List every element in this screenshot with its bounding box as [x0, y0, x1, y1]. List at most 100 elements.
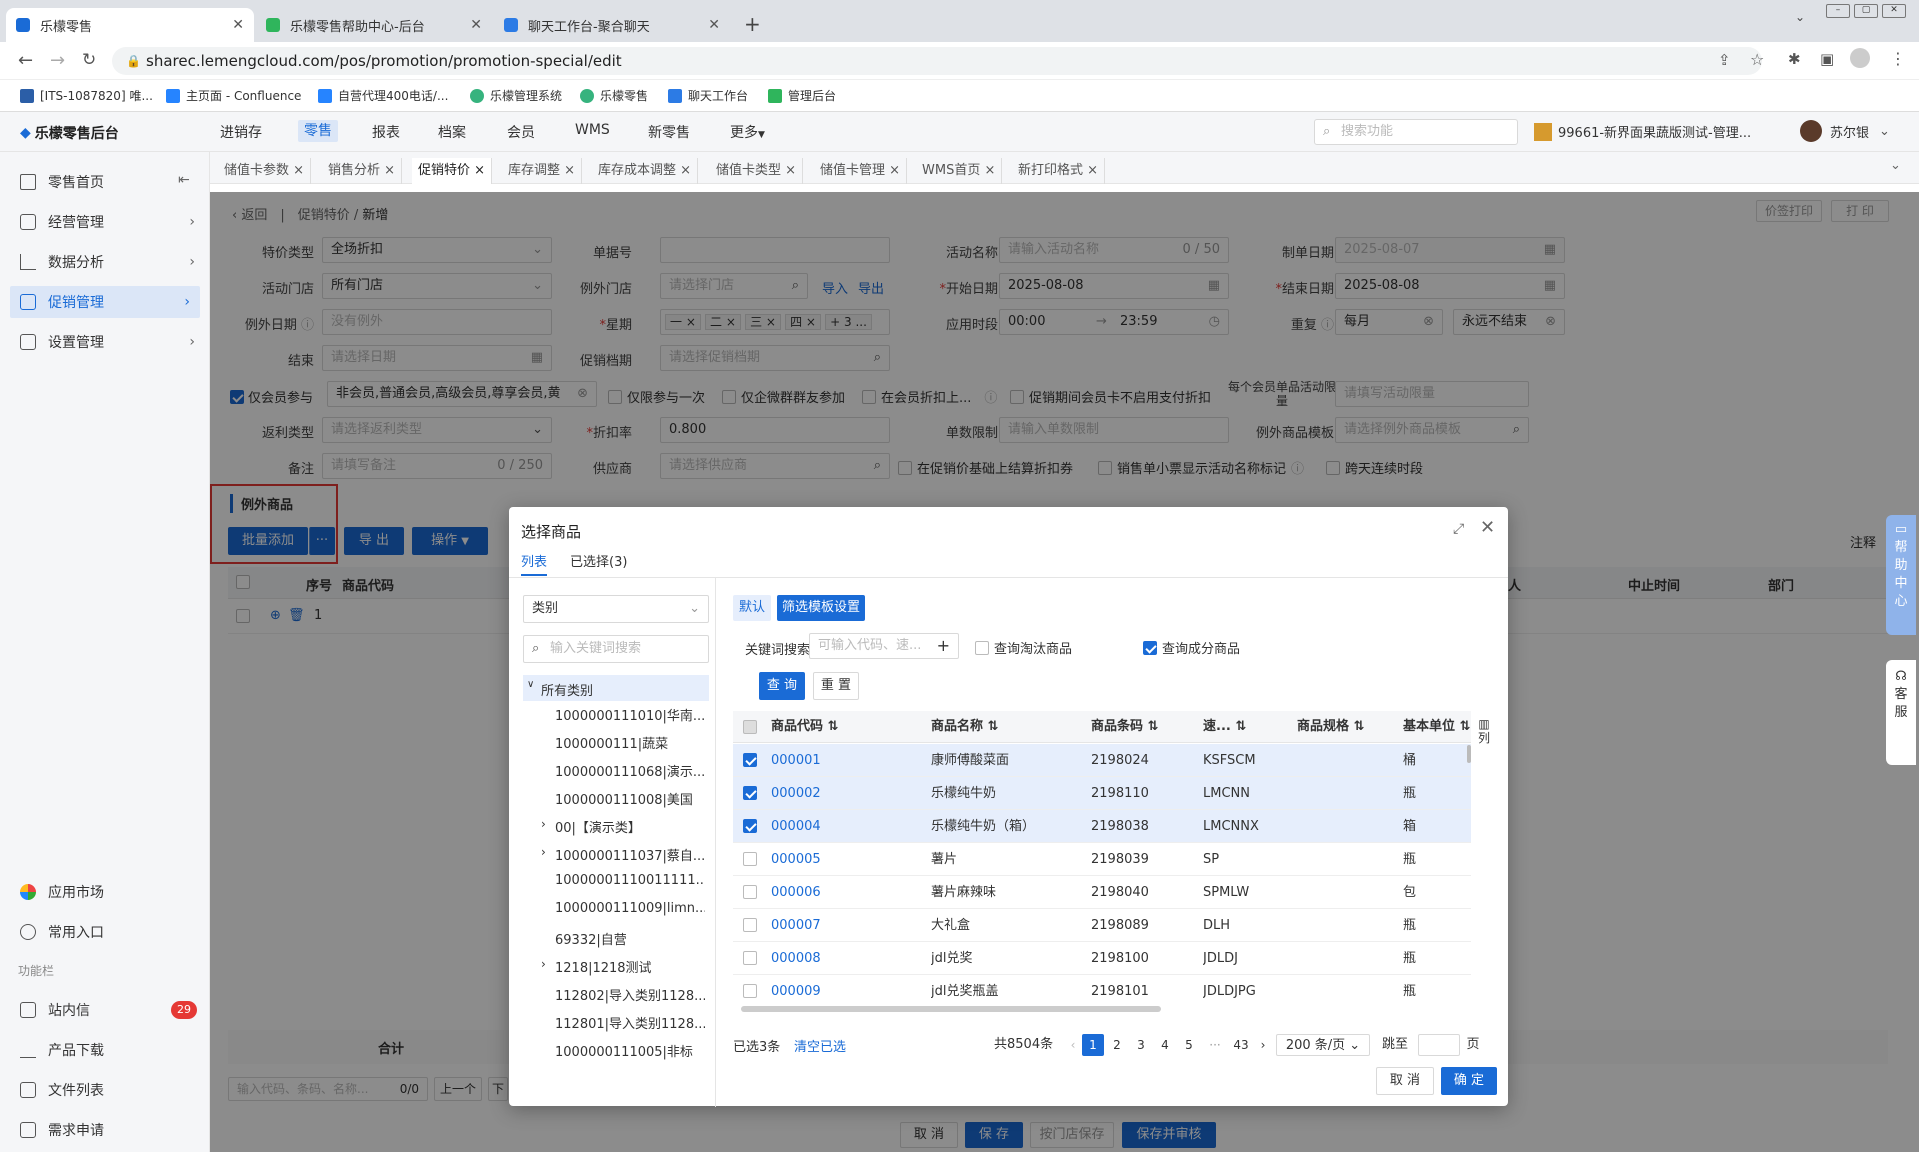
nav-wms[interactable]: WMS: [575, 122, 610, 138]
filter-template-button[interactable]: 筛选模板设置: [777, 595, 865, 621]
query-button[interactable]: 查 询: [759, 672, 805, 700]
table-row[interactable]: 000009 jdl兑奖瓶盖 2198101 JDLDJPG 瓶: [733, 975, 1471, 1001]
page-2[interactable]: 2: [1106, 1034, 1128, 1056]
sidebar-common-entry[interactable]: 常用入口: [20, 922, 195, 942]
col-name[interactable]: 商品名称 ⇅: [931, 711, 998, 743]
category-search-input[interactable]: ⌕ 输入关键词搜索: [523, 635, 709, 663]
cell-code[interactable]: 000006: [771, 876, 821, 909]
page-4[interactable]: 4: [1154, 1034, 1176, 1056]
browser-tab-chat[interactable]: 聊天工作台-聚合聊天 ✕: [494, 8, 730, 42]
close-icon[interactable]: ×: [384, 163, 395, 178]
sidebar-item-business[interactable]: 经营管理 ›: [20, 212, 195, 232]
tab-promotion-special[interactable]: 促销特价 ×: [412, 158, 493, 184]
back-icon[interactable]: ←: [18, 50, 33, 71]
sidebar-download[interactable]: 产品下载: [20, 1040, 195, 1060]
tab-cost-adjust[interactable]: 库存成本调整 ×: [592, 158, 699, 184]
cell-code[interactable]: 000002: [771, 777, 821, 810]
select-all-checkbox[interactable]: [743, 720, 757, 734]
close-icon[interactable]: ×: [474, 163, 485, 178]
expand-icon[interactable]: ›: [541, 845, 546, 859]
sidebar-app-market[interactable]: 应用市场: [20, 882, 195, 902]
tree-item[interactable]: 69332|自营: [555, 929, 705, 948]
browser-tab-lemeng[interactable]: 乐檬零售 ✕: [6, 8, 254, 42]
modal-confirm-button[interactable]: 确 定: [1441, 1067, 1497, 1095]
page-1[interactable]: 1: [1082, 1034, 1104, 1056]
next-page-icon[interactable]: ›: [1254, 1034, 1272, 1056]
nav-member[interactable]: 会员: [507, 122, 535, 142]
sidebar-item-settings[interactable]: 设置管理 ›: [20, 332, 195, 352]
user-menu[interactable]: 苏尔银 ⌄: [1800, 120, 1890, 142]
close-icon[interactable]: ×: [564, 163, 575, 178]
profile-icon[interactable]: [1850, 48, 1870, 68]
tabs-menu-icon[interactable]: ⌄: [1890, 158, 1901, 173]
jump-input[interactable]: [1418, 1034, 1460, 1056]
col-spec[interactable]: 商品规格 ⇅: [1297, 711, 1364, 743]
new-tab-icon[interactable]: +: [744, 12, 761, 36]
nav-reports[interactable]: 报表: [372, 122, 400, 142]
row-checkbox[interactable]: [743, 852, 757, 866]
page-43[interactable]: 43: [1230, 1034, 1252, 1056]
close-icon[interactable]: ✕: [708, 17, 720, 33]
tab-stock-adjust[interactable]: 库存调整 ×: [502, 158, 583, 184]
tab-card-type[interactable]: 储值卡类型 ×: [710, 158, 804, 184]
tab-print-format[interactable]: 新打印格式 ×: [1012, 158, 1106, 184]
sidebar-item-retail-home[interactable]: 零售首页: [20, 172, 195, 192]
nav-more[interactable]: 更多▼: [730, 122, 765, 142]
bookmark-star-icon[interactable]: ☆: [1750, 50, 1764, 69]
vertical-scrollbar[interactable]: [1467, 745, 1471, 763]
page-ellipsis[interactable]: ···: [1204, 1034, 1226, 1056]
tab-list[interactable]: 列表: [521, 551, 548, 576]
nav-archive[interactable]: 档案: [438, 122, 466, 142]
fullscreen-icon[interactable]: ⤢: [1453, 521, 1464, 537]
close-icon[interactable]: ×: [785, 163, 796, 178]
sidebar-files[interactable]: 文件列表: [20, 1080, 195, 1100]
column-settings[interactable]: ▥列: [1477, 717, 1491, 745]
bookmark-backend[interactable]: 管理后台: [768, 87, 836, 104]
cell-code[interactable]: 000007: [771, 909, 821, 942]
forward-icon[interactable]: →: [50, 50, 65, 71]
row-checkbox[interactable]: [743, 885, 757, 899]
tree-item[interactable]: 00|【演示类】: [555, 817, 705, 836]
tree-item[interactable]: 1000000111008|美国: [555, 789, 705, 808]
checkbox[interactable]: [975, 640, 989, 655]
page-size-select[interactable]: 200 条/页 ⌄: [1276, 1034, 1370, 1056]
sidebar-item-promotion[interactable]: 促销管理 ›: [10, 286, 200, 318]
bookmark-admin[interactable]: 乐檬管理系统: [470, 87, 562, 104]
tree-item[interactable]: 1000000111|蔬菜: [555, 733, 705, 752]
tree-root[interactable]: ∨ 所有类别: [523, 675, 709, 701]
bookmark-400[interactable]: 自营代理400电话/...: [318, 87, 448, 104]
keyword-input[interactable]: 可输入代码、速... +: [809, 633, 959, 659]
category-select[interactable]: 类别 ⌄: [523, 595, 709, 623]
row-checkbox[interactable]: [743, 918, 757, 932]
row-checkbox[interactable]: [743, 786, 757, 800]
row-checkbox[interactable]: [743, 984, 757, 998]
bookmark-its[interactable]: [ITS-1087820] 唯...: [20, 87, 153, 104]
tree-item[interactable]: 1000000111005|非标: [555, 1041, 705, 1060]
cell-code[interactable]: 000001: [771, 744, 821, 777]
bookmark-retail[interactable]: 乐檬零售: [580, 87, 648, 104]
tree-item[interactable]: 1000000111037|蔡自...: [555, 845, 705, 864]
share-icon[interactable]: ⇪: [1718, 51, 1731, 69]
tab-wms-home[interactable]: WMS首页 ×: [916, 158, 1003, 184]
tree-item[interactable]: 1000000111068|演示...: [555, 761, 705, 780]
expand-icon[interactable]: ›: [541, 957, 546, 971]
menu-icon[interactable]: ⋮: [1890, 49, 1906, 68]
extensions-icon[interactable]: ✱: [1788, 50, 1801, 68]
tree-item[interactable]: 112801|导入类别1128...: [555, 1013, 705, 1032]
restore-icon[interactable]: ▢: [1854, 4, 1878, 18]
table-row[interactable]: 000007 大礼盒 2198089 DLH 瓶: [733, 909, 1471, 942]
close-window-icon[interactable]: ✕: [1882, 4, 1906, 18]
feature-search-input[interactable]: ⌕ 搜索功能: [1314, 119, 1518, 145]
nav-new-retail[interactable]: 新零售: [648, 122, 690, 142]
default-template-button[interactable]: 默认: [733, 595, 771, 621]
reset-button[interactable]: 重 置: [813, 672, 859, 700]
sidepanel-icon[interactable]: ▣: [1820, 50, 1834, 68]
expand-icon[interactable]: ›: [541, 817, 546, 831]
close-icon[interactable]: ✕: [470, 17, 482, 33]
finished-checkbox[interactable]: 查询成分商品: [1143, 638, 1240, 657]
cell-code[interactable]: 000005: [771, 843, 821, 876]
page-5[interactable]: 5: [1178, 1034, 1200, 1056]
tab-search-icon[interactable]: ⌄: [1795, 10, 1805, 24]
tree-item[interactable]: 10000001110011111...: [555, 873, 705, 888]
tree-item[interactable]: 1218|1218测试: [555, 957, 705, 976]
